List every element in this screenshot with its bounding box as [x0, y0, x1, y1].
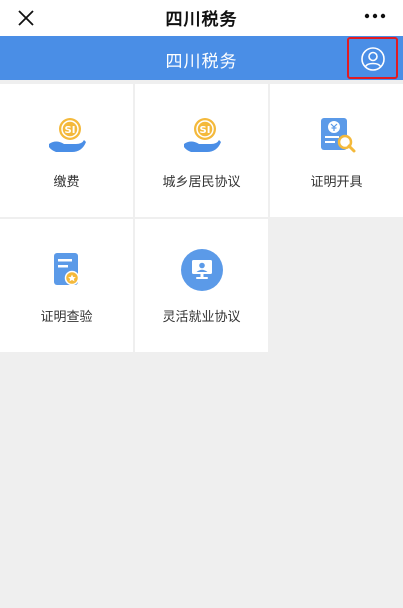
top-bar: 四川税务 — [0, 0, 403, 36]
tile-label: 缴费 — [53, 175, 80, 190]
page-header: 四川税务 — [0, 36, 403, 80]
tile-certificate-issue[interactable]: 证明开具 — [270, 84, 403, 217]
more-dots-icon[interactable] — [361, 4, 389, 28]
svg-text:SI: SI — [65, 125, 76, 136]
certificate-star-icon — [54, 253, 80, 286]
user-profile-button[interactable] — [347, 37, 398, 79]
tile-label: 证明开具 — [310, 175, 363, 190]
social-insurance-hand-icon: SI — [49, 118, 86, 152]
tile-label: 城乡居民协议 — [162, 175, 241, 190]
svg-text:SI: SI — [200, 125, 211, 136]
tile-certificate-verify[interactable]: 证明查验 — [0, 219, 133, 352]
certificate-search-icon — [321, 118, 356, 153]
tile-label: 证明查验 — [40, 310, 93, 325]
social-insurance-hand-icon: SI — [184, 118, 221, 152]
window-title: 四川税务 — [165, 10, 238, 30]
user-profile-icon — [361, 47, 385, 71]
tile-flexible-employment-agreement[interactable]: 灵活就业协议 — [135, 219, 268, 352]
monitor-person-icon — [181, 249, 223, 291]
tile-label: 灵活就业协议 — [162, 310, 241, 325]
tile-urban-rural-agreement[interactable]: SI 城乡居民协议 — [135, 84, 268, 217]
page-title: 四川税务 — [165, 52, 238, 72]
tile-payment[interactable]: SI 缴费 — [0, 84, 133, 217]
